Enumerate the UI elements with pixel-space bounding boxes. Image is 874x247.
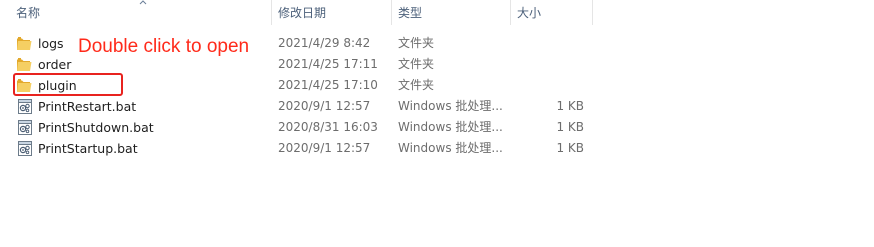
column-divider[interactable] <box>510 0 511 25</box>
file-modified-date: 2021/4/25 17:10 <box>278 78 378 92</box>
folder-icon <box>17 58 32 71</box>
sort-ascending-icon <box>139 0 147 5</box>
file-modified-date: 2020/9/1 12:57 <box>278 141 371 155</box>
column-divider[interactable] <box>592 0 593 25</box>
file-size <box>502 54 584 75</box>
file-row[interactable]: PrintRestart.bat 2020/9/1 12:57 Windows 批处… <box>12 96 592 117</box>
column-divider[interactable] <box>271 0 272 25</box>
file-type: 文件夹 <box>398 36 435 50</box>
file-name: PrintRestart.bat <box>38 99 137 114</box>
batch-file-icon <box>18 99 32 114</box>
file-modified-date: 2021/4/25 17:11 <box>278 57 378 71</box>
column-header-type[interactable]: 类型 <box>398 0 422 25</box>
file-row[interactable]: PrintStartup.bat 2020/9/1 12:57 Windows 批处… <box>12 138 592 159</box>
file-size <box>502 33 584 54</box>
file-size <box>502 75 584 96</box>
file-row[interactable]: PrintShutdown.bat 2020/8/31 16:03 Windows … <box>12 117 592 138</box>
column-header-bar: 名称 修改日期 类型 大小 <box>0 0 874 25</box>
file-size: 1 KB <box>556 120 584 134</box>
file-modified-date: 2020/8/31 16:03 <box>278 120 378 134</box>
file-type: Windows 批处理... <box>398 99 503 113</box>
file-size: 1 KB <box>556 99 584 113</box>
file-name: order <box>38 57 72 72</box>
column-header-size[interactable]: 大小 <box>517 0 541 25</box>
file-name: PrintStartup.bat <box>38 141 138 156</box>
file-modified-date: 2021/4/29 8:42 <box>278 36 371 50</box>
batch-file-icon <box>18 141 32 156</box>
highlight-box <box>13 73 123 96</box>
file-type: 文件夹 <box>398 78 435 92</box>
file-type: Windows 批处理... <box>398 141 503 155</box>
file-name: logs <box>38 36 64 51</box>
column-header-date[interactable]: 修改日期 <box>278 0 326 25</box>
folder-icon <box>17 37 32 50</box>
batch-file-icon <box>18 120 32 135</box>
column-header-name[interactable]: 名称 <box>16 0 40 25</box>
file-size: 1 KB <box>556 141 584 155</box>
file-modified-date: 2020/9/1 12:57 <box>278 99 371 113</box>
file-type: Windows 批处理... <box>398 120 503 134</box>
file-type: 文件夹 <box>398 57 435 71</box>
column-divider[interactable] <box>391 0 392 25</box>
annotation-label: Double click to open <box>78 36 250 57</box>
file-name: PrintShutdown.bat <box>38 120 154 135</box>
